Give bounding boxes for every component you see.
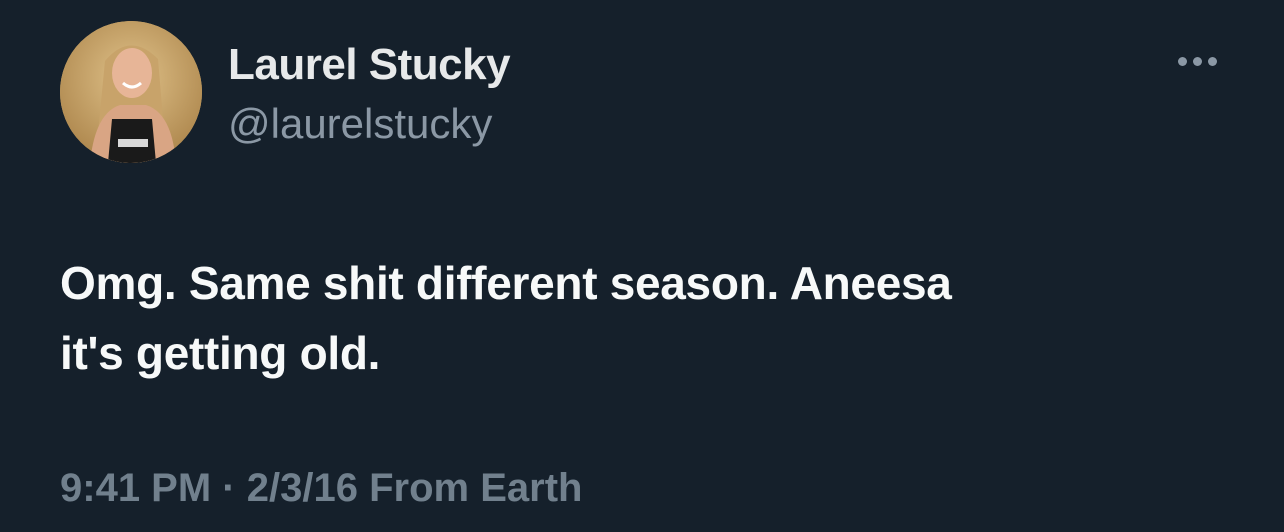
tweet-card: Laurel Stucky @laurelstucky Omg. Same sh… [0,0,1284,532]
avatar[interactable] [60,21,202,163]
author-handle[interactable]: @laurelstucky [228,100,492,148]
more-horizontal-icon [1177,56,1187,66]
tweet-time[interactable]: 9:41 PM [60,466,211,510]
tweet-text-line-1: Omg. Same shit different season. Aneesa [60,257,952,309]
more-options-button[interactable] [1170,46,1224,76]
meta-separator: · [222,466,236,510]
tweet-text-line-2: it's getting old. [60,327,381,379]
tweet-source: From Earth [369,466,583,510]
tweet-date[interactable]: 2/3/16 [247,466,358,510]
more-horizontal-icon-dot [1207,56,1217,66]
more-horizontal-icon-dot [1192,56,1202,66]
author-display-name[interactable]: Laurel Stucky [228,40,511,90]
profile-photo-icon [60,21,202,163]
tweet-text: Omg. Same shit different season. Aneesa i… [60,248,1240,388]
tweet-metadata: 9:41 PM · 2/3/16 From Earth [60,466,582,511]
